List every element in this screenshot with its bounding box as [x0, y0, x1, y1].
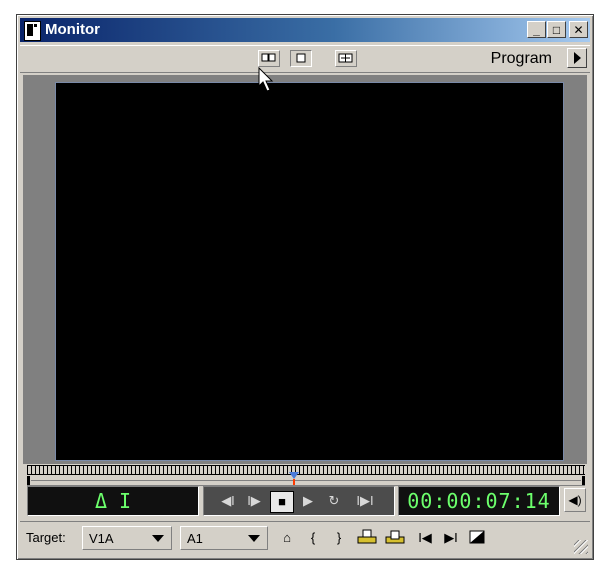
maximize-button[interactable]: □ — [547, 21, 566, 38]
mark-out-button[interactable]: } — [328, 528, 350, 548]
delta-display: Δ I — [27, 486, 199, 516]
overlay-button[interactable] — [384, 528, 406, 548]
monitor-menu-arrow[interactable] — [567, 48, 587, 68]
speaker-icon[interactable]: ◀) — [564, 488, 586, 512]
lift-button[interactable]: ⌂ — [276, 528, 298, 548]
play-button[interactable]: ▶ — [298, 491, 318, 511]
scrub-end-marker — [582, 476, 585, 485]
program-viewer — [55, 82, 564, 461]
trim-view-icon — [338, 53, 353, 63]
dual-view-button[interactable] — [258, 50, 280, 67]
chevron-down-icon — [248, 535, 260, 542]
next-edit-button[interactable]: I▶I — [352, 491, 378, 511]
mouse-pointer-icon — [258, 67, 274, 92]
video-target-select[interactable]: V1A — [82, 526, 172, 550]
time-ruler[interactable] — [27, 465, 585, 475]
playhead-line — [293, 479, 295, 485]
single-view-icon — [296, 53, 306, 63]
previous-edit-button[interactable]: ◀I — [218, 491, 238, 511]
frame-button[interactable] — [466, 528, 488, 548]
chevron-down-icon — [152, 535, 164, 542]
go-to-in-button[interactable]: I◀ — [414, 528, 436, 548]
insert-button[interactable] — [356, 528, 378, 548]
title-bar[interactable]: Monitor _ □ ✕ — [20, 18, 590, 42]
minimize-button[interactable]: _ — [527, 21, 546, 38]
timecode-display[interactable]: 00:00:07:14 — [398, 486, 560, 516]
go-to-out-button[interactable]: ▶I — [440, 528, 462, 548]
trim-view-button[interactable] — [335, 50, 357, 67]
window-title: Monitor — [45, 21, 100, 38]
scrub-start-marker — [27, 476, 30, 485]
stop-button[interactable]: ■ — [270, 491, 294, 513]
program-label: Program — [490, 50, 552, 67]
step-back-button[interactable]: I▶ — [244, 491, 264, 511]
transport-controls: ◀I I▶ ■ ▶ ↻ I▶I — [203, 486, 395, 516]
frame-icon — [469, 530, 485, 544]
mark-in-button[interactable]: { — [302, 528, 324, 548]
bottom-toolbar: Target: V1A A1 ⌂ { } I◀ ▶I — [20, 521, 590, 556]
loop-button[interactable]: ↻ — [324, 491, 344, 511]
scrub-bar[interactable] — [27, 472, 585, 486]
video-target-value: V1A — [89, 531, 114, 546]
monitor-app-icon — [24, 21, 41, 41]
resize-grip-icon[interactable] — [574, 540, 588, 554]
overlay-icon — [385, 530, 405, 544]
viewer-frame — [23, 75, 587, 464]
monitor-toolbar: Program — [20, 45, 590, 73]
audio-target-select[interactable]: A1 — [180, 526, 268, 550]
dual-view-icon — [261, 53, 276, 62]
insert-icon — [357, 529, 377, 544]
single-view-button[interactable] — [290, 50, 312, 67]
target-label: Target: — [26, 530, 66, 545]
ruler-ticks — [27, 465, 585, 475]
audio-target-value: A1 — [187, 531, 203, 546]
playhead-icon[interactable] — [289, 472, 299, 479]
close-button[interactable]: ✕ — [569, 21, 588, 38]
monitor-window: Monitor _ □ ✕ Program Δ I ◀I I▶ ■ ▶ ↻ I▶… — [16, 14, 594, 560]
scrub-track — [31, 480, 581, 481]
